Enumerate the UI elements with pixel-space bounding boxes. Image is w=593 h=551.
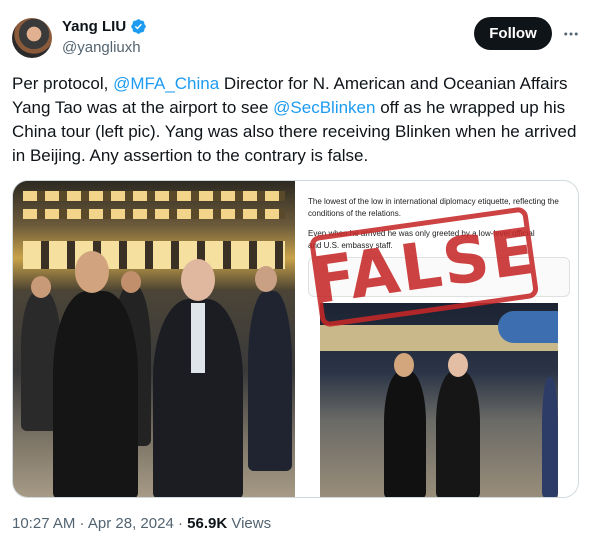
author-display-name[interactable]: Yang LIU	[62, 18, 126, 35]
media-grid: The lowest of the low in international d…	[12, 180, 579, 498]
screenshot-text-line: The lowest of the low in international d…	[308, 197, 559, 206]
photo-debunk-screenshot[interactable]: The lowest of the low in international d…	[298, 181, 578, 497]
more-dots-icon	[564, 32, 578, 36]
terminal-building	[13, 181, 295, 291]
person-head	[31, 276, 51, 298]
shirt	[191, 303, 205, 373]
separator: ·	[173, 515, 188, 532]
author-name-row[interactable]: Yang LIU	[62, 18, 147, 35]
tweet-meta: 10:27 AM · Apr 28, 2024 · 56.9K Views	[12, 515, 271, 532]
tweet-text-part: Per protocol,	[12, 74, 114, 93]
airplane	[498, 311, 558, 343]
person-figure	[384, 371, 426, 497]
building-windows	[23, 241, 285, 269]
building-windows	[23, 191, 285, 201]
person-head	[448, 353, 468, 377]
mention-mfa-china[interactable]: @MFA_China	[113, 74, 219, 93]
verified-badge-icon	[131, 19, 146, 34]
author-handle[interactable]: @yangliuxh	[62, 39, 147, 56]
person-head	[255, 266, 277, 292]
person-yang-tao	[53, 291, 138, 497]
person-figure	[248, 291, 292, 471]
person-figure	[436, 371, 480, 497]
views-count: 56.9K	[187, 515, 228, 532]
avatar[interactable]	[12, 18, 52, 58]
person-head	[181, 259, 215, 301]
follow-button[interactable]: Follow	[474, 17, 552, 50]
tweet-time[interactable]: 10:27 AM	[12, 515, 75, 532]
tweet-date[interactable]: Apr 28, 2024	[88, 515, 174, 532]
tweet-header: Yang LIU @yangliuxh Follow	[12, 12, 581, 62]
more-horizontal-icon[interactable]	[561, 24, 581, 44]
person-head	[121, 271, 141, 293]
person-head	[75, 251, 109, 293]
person-figure	[542, 377, 558, 497]
inner-photo-tarmac	[320, 303, 558, 497]
photo-airport-farewell[interactable]	[13, 181, 295, 497]
mention-secblinken[interactable]: @SecBlinken	[273, 98, 375, 117]
separator: ·	[75, 515, 88, 532]
building-windows	[23, 209, 285, 219]
person-head	[394, 353, 414, 377]
author-block: Yang LIU @yangliuxh	[62, 18, 147, 56]
views-label: Views	[227, 515, 272, 532]
tweet-text: Per protocol, @MFA_China Director for N.…	[12, 72, 582, 168]
